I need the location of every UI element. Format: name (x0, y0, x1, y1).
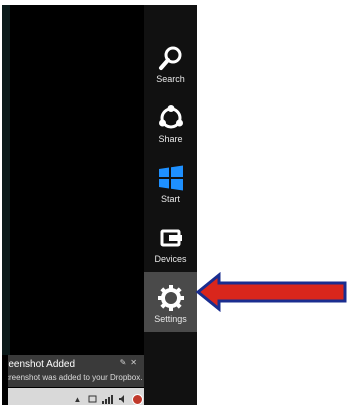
dropbox-notification[interactable]: reenshot Added creenshot was added to yo… (8, 355, 144, 387)
gear-icon (155, 282, 187, 314)
windows-start-icon (155, 162, 187, 194)
chevron-up-icon[interactable]: ▲ (72, 394, 83, 405)
taskbar-tray: ▲ (8, 388, 146, 405)
signal-icon[interactable] (102, 394, 113, 405)
screenshot-frame: reenshot Added creenshot was added to yo… (0, 0, 349, 407)
settings-charm[interactable]: Settings (144, 272, 197, 332)
search-icon (155, 42, 187, 74)
share-charm-label: Share (158, 134, 183, 144)
network-icon[interactable] (87, 394, 98, 405)
settings-charm-label: Settings (154, 314, 187, 324)
background-window-edge (2, 5, 10, 355)
notification-body: creenshot was added to your Dropbox. (8, 373, 143, 382)
search-charm-label: Search (156, 74, 185, 84)
notification-title: reenshot Added (8, 359, 76, 370)
search-charm[interactable]: Search (144, 32, 197, 92)
volume-icon[interactable] (117, 394, 128, 405)
share-icon (155, 102, 187, 134)
start-charm[interactable]: Start (144, 152, 197, 212)
notification-controls: ✎✕ (120, 358, 141, 367)
close-icon[interactable]: ✕ (130, 358, 141, 367)
charms-bar: Search Share Start Devices Settings (144, 5, 197, 405)
devices-charm-label: Devices (154, 254, 187, 264)
start-charm-label: Start (160, 194, 180, 204)
pin-icon[interactable]: ✎ (120, 358, 131, 367)
share-charm[interactable]: Share (144, 92, 197, 152)
action-center-flag-icon[interactable] (132, 393, 143, 405)
devices-icon (155, 222, 187, 254)
devices-charm[interactable]: Devices (144, 212, 197, 272)
pointer-arrow (195, 272, 347, 312)
